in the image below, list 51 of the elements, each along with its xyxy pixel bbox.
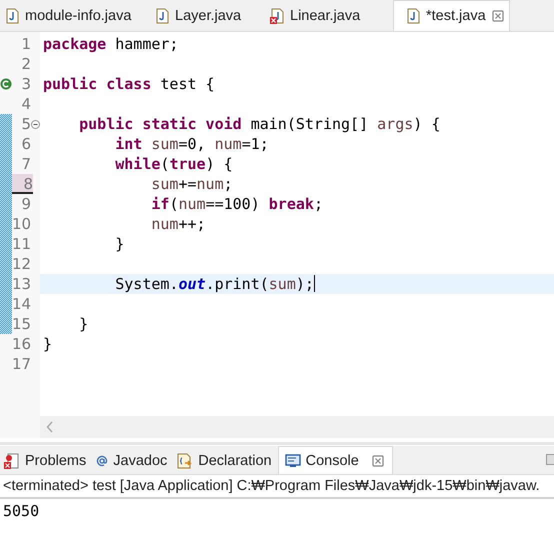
- close-icon[interactable]: [492, 10, 504, 22]
- line-number: 8: [12, 174, 33, 194]
- line-number: 11: [12, 234, 31, 254]
- code-line: }: [78, 314, 90, 334]
- line-number: 9: [20, 194, 31, 214]
- java-file-icon: [406, 8, 420, 24]
- line-number: 17: [12, 354, 31, 374]
- view-tab[interactable]: Javadoc: [92, 446, 174, 474]
- line-number: 6: [20, 134, 31, 154]
- override-marker-icon: [0, 78, 12, 90]
- java-file-icon: [155, 8, 169, 24]
- line-number: 14: [12, 294, 31, 314]
- line-number: 7: [20, 154, 31, 174]
- line-number: 5: [20, 114, 31, 134]
- console-icon: [284, 452, 301, 468]
- code-line: public class test {: [42, 74, 216, 94]
- file-tab[interactable]: Layer.java: [150, 0, 265, 31]
- line-number: 15: [12, 314, 31, 334]
- code-line: while(true) {: [114, 154, 234, 174]
- code-line: num++;: [150, 214, 207, 234]
- line-number: 10: [12, 214, 31, 234]
- code-line: }: [114, 234, 126, 254]
- code-line: if(num==100) break;: [150, 194, 324, 214]
- code-line: package hammer;: [42, 34, 180, 54]
- line-number: 3: [20, 74, 31, 94]
- at-sign-icon: [96, 454, 108, 466]
- file-tab[interactable]: *test.java: [393, 0, 510, 31]
- code-line: int sum=0, num=1;: [114, 134, 270, 154]
- line-number: 1: [20, 34, 31, 54]
- console-status: <terminated> test [Java Application] C:₩Program Files₩Java₩jdk-15₩bin₩javaw.: [3, 478, 540, 494]
- code-line: public static void main(String[] args) {: [78, 114, 442, 134]
- problems-icon: [4, 452, 20, 468]
- close-icon[interactable]: [372, 454, 384, 466]
- view-tab[interactable]: Console: [278, 446, 393, 474]
- line-number: 13: [12, 274, 31, 294]
- line-number: 16: [12, 334, 31, 354]
- code-line: }: [42, 334, 54, 354]
- java-file-icon: [5, 8, 19, 24]
- declaration-icon: [177, 452, 194, 468]
- file-tab[interactable]: Linear.java: [265, 0, 393, 31]
- code-line: sum+=num;: [150, 174, 234, 194]
- view-tab[interactable]: Problems: [0, 446, 92, 474]
- line-number: 12: [12, 254, 31, 274]
- line-number: 2: [20, 54, 31, 74]
- file-tab[interactable]: module-info.java: [0, 0, 150, 31]
- scroll-left-icon[interactable]: [46, 421, 54, 433]
- console-output: 5050: [3, 502, 40, 520]
- fold-toggle-icon[interactable]: [31, 120, 40, 128]
- line-number: 4: [20, 94, 31, 114]
- java-file-error-icon: [270, 8, 284, 24]
- view-tab[interactable]: Declaration: [173, 446, 278, 474]
